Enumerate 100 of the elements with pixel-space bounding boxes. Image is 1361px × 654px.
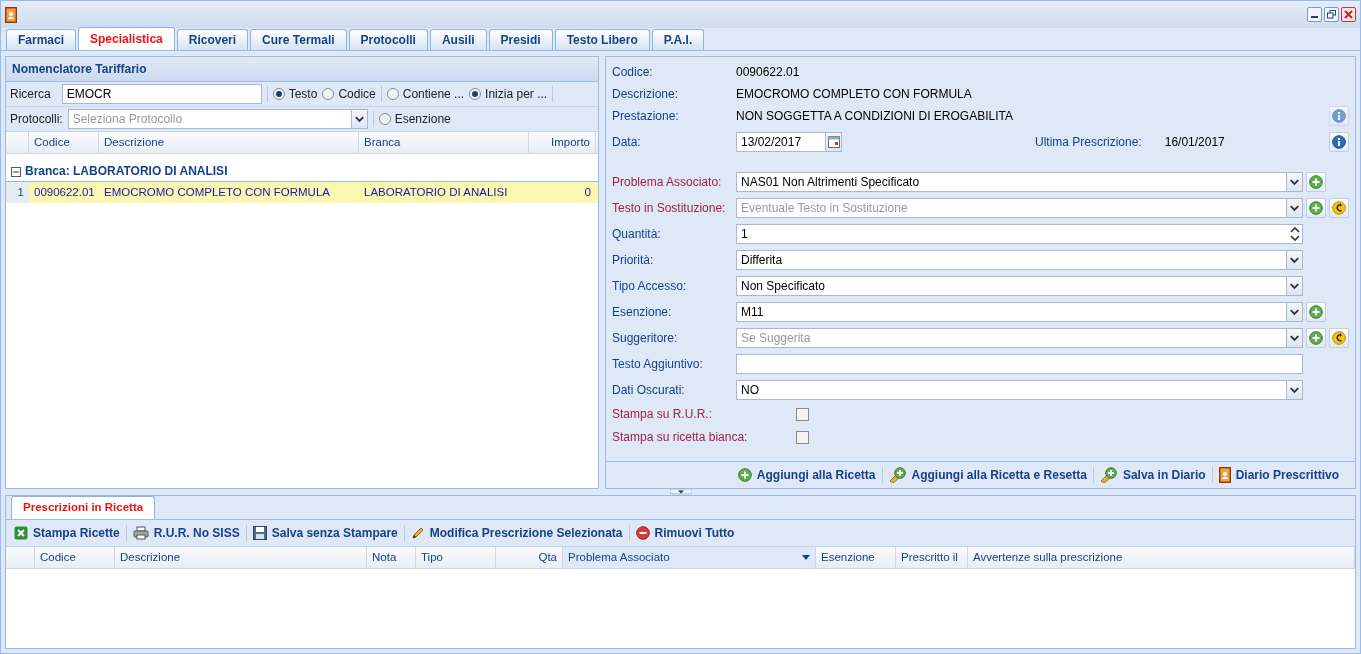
date-field[interactable]: 13/02/2017: [736, 132, 842, 152]
checkbox[interactable]: [796, 431, 809, 444]
toolbar-button[interactable]: R.U.R. No SISS: [126, 525, 246, 541]
radio-button[interactable]: Contiene ...: [386, 86, 465, 102]
dropdown-field[interactable]: NAS01 Non Altrimenti Specificato: [736, 172, 1303, 192]
toolbar-button[interactable]: Modifica Prescrizione Selezionata: [404, 525, 629, 541]
info-icon: [1332, 135, 1346, 149]
column-header[interactable]: Codice: [29, 132, 99, 153]
add-icon: [1309, 331, 1323, 345]
field-value: 0090622.01: [736, 64, 800, 80]
field-label: Descrizione:: [612, 86, 680, 102]
undo-icon: [1332, 201, 1346, 215]
field-label: Stampa su ricetta bianca:: [612, 430, 749, 445]
field-label: Testo in Sostituzione:: [612, 200, 727, 216]
toolbar-button[interactable]: Rimuovi Tutto: [629, 525, 741, 541]
field-label: Codice:: [612, 64, 654, 80]
dropdown-arrow-icon[interactable]: [802, 554, 810, 561]
tab[interactable]: Ausili: [429, 29, 487, 50]
column-header[interactable]: Importo: [529, 132, 596, 153]
tab[interactable]: Presidi: [488, 29, 553, 50]
dropdown-field[interactable]: NO: [736, 380, 1303, 400]
toolbar-button[interactable]: Aggiungi alla Ricetta e Resetta: [882, 467, 1093, 483]
undo-button[interactable]: [1329, 328, 1349, 348]
add-icon: [737, 468, 752, 482]
add-icon: [1309, 305, 1323, 319]
field-label: Ultima Prescrizione:: [1035, 134, 1142, 150]
tab[interactable]: Cure Termali: [250, 29, 347, 50]
column-header[interactable]: Branca: [359, 132, 529, 153]
add-icon: [1309, 201, 1323, 215]
field-label: Quantità:: [612, 226, 662, 242]
field-label: Stampa su R.U.R.:: [612, 407, 714, 422]
add-button[interactable]: [1306, 172, 1326, 192]
field-value: 16/01/2017: [1164, 134, 1225, 150]
broom-add-icon: [1099, 467, 1118, 483]
info-button[interactable]: [1329, 132, 1349, 152]
tab[interactable]: Testo Libero: [554, 29, 650, 50]
dropdown-field[interactable]: Non Specificato: [736, 276, 1303, 296]
field-label: Testo Aggiuntivo:: [612, 356, 704, 372]
input-field[interactable]: [736, 354, 1303, 374]
printer-icon: [132, 526, 149, 540]
collapse-icon[interactable]: [11, 166, 21, 177]
table-row[interactable]: 1 0090622.01 EMOCROMO COMPLETO CON FORMULA LABORATORIO DI ANALISI 0: [6, 182, 598, 203]
column-header[interactable]: Descrizione: [115, 547, 367, 568]
field-label: Ricerca: [10, 86, 51, 102]
add-icon: [1309, 175, 1323, 189]
toolbar-button[interactable]: Diario Prescrittivo: [1212, 467, 1345, 483]
undo-button[interactable]: [1329, 198, 1349, 218]
pencil-icon: [410, 526, 425, 540]
radio-button[interactable]: Esenzione: [378, 111, 451, 127]
tab[interactable]: Specialistica: [78, 27, 175, 50]
table-cell-text: 0: [583, 184, 592, 200]
field-value: NON SOGGETTA A CONDIZIONI DI EROGABILITA: [736, 108, 1013, 124]
tab[interactable]: Ricoveri: [176, 29, 249, 50]
column-header[interactable]: Avvertenze sulla prescrizione: [968, 547, 1355, 568]
radio-button[interactable]: Testo: [272, 86, 318, 102]
tab[interactable]: Protocolli: [348, 29, 428, 50]
calendar-icon[interactable]: [827, 136, 840, 148]
add-button[interactable]: [1306, 198, 1326, 218]
field-label: Protocolli:: [10, 111, 63, 127]
number-field[interactable]: 1: [736, 224, 1303, 244]
toolbar-button[interactable]: Stampa Ricette: [8, 525, 126, 541]
radio-button[interactable]: Inizia per ...: [469, 86, 548, 102]
field-label: Data:: [612, 134, 642, 150]
table-cell-text: LABORATORIO DI ANALISI: [363, 184, 509, 200]
checkbox[interactable]: [796, 408, 809, 421]
panel-title: Nomenclatore Tariffario: [6, 57, 598, 82]
book-icon: [1218, 467, 1231, 483]
tab[interactable]: Prescrizioni in Ricetta: [11, 496, 156, 519]
remove-icon: [635, 526, 650, 540]
table-cell-text: EMOCROMO COMPLETO CON FORMULA: [103, 184, 331, 200]
dropdown-field[interactable]: Differita: [736, 250, 1303, 270]
toolbar-button[interactable]: Salva senza Stampare: [246, 525, 404, 541]
column-header[interactable]: Descrizione: [99, 132, 359, 153]
tab[interactable]: Farmaci: [6, 29, 77, 50]
add-button[interactable]: [1306, 302, 1326, 322]
field-label: Problema Associato:: [612, 174, 723, 190]
field-label: Tipo Accesso:: [612, 278, 688, 294]
field-label: Prestazione:: [612, 108, 680, 124]
toolbar-button[interactable]: Aggiungi alla Ricetta: [731, 467, 882, 483]
search-field[interactable]: EMOCR: [61, 84, 262, 104]
group-label: Branca: LABORATORIO DI ANALISI: [25, 164, 228, 179]
book-icon: [5, 6, 17, 23]
radio-button[interactable]: Codice: [322, 86, 376, 102]
column-header[interactable]: Esenzione: [816, 547, 896, 568]
column-header[interactable]: Tipo: [416, 547, 496, 568]
tab[interactable]: P.A.I.: [651, 29, 705, 50]
column-header[interactable]: Codice: [35, 547, 115, 568]
field-label: Suggeritore:: [612, 330, 679, 346]
table-cell-text: 0090622.01: [33, 184, 96, 200]
row-number: 1: [6, 182, 29, 203]
field-label: Priorità:: [612, 252, 655, 268]
spinner-arrows-icon[interactable]: [1288, 225, 1302, 243]
collapse-arrow-icon[interactable]: [669, 489, 692, 495]
column-header[interactable]: Nota: [367, 547, 416, 568]
dropdown-field[interactable]: M11: [736, 302, 1303, 322]
column-header[interactable]: Problema Associato: [563, 547, 816, 568]
add-button[interactable]: [1306, 328, 1326, 348]
column-header[interactable]: Prescritto il: [896, 547, 968, 568]
undo-icon: [1332, 331, 1346, 345]
toolbar-button[interactable]: Salva in Diario: [1093, 467, 1212, 483]
